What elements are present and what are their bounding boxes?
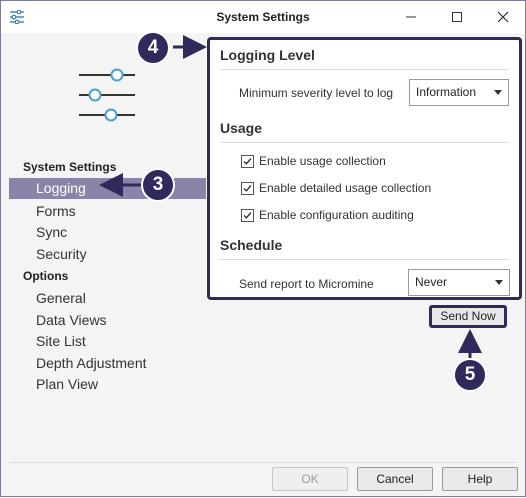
nav-item-depth-adjustment[interactable]: Depth Adjustment bbox=[36, 353, 147, 374]
checkbox-checked-icon[interactable] bbox=[241, 155, 254, 168]
nav-item-site-list[interactable]: Site List bbox=[36, 331, 86, 352]
nav-item-data-views[interactable]: Data Views bbox=[36, 310, 107, 331]
min-severity-select[interactable]: Information bbox=[409, 79, 509, 106]
nav-item-sync[interactable]: Sync bbox=[36, 222, 67, 243]
send-report-select[interactable]: Never bbox=[408, 269, 510, 296]
min-severity-value: Information bbox=[416, 85, 477, 99]
callout-badge-5: 5 bbox=[453, 358, 487, 392]
nav-heading-system-settings: System Settings bbox=[23, 160, 117, 174]
nav-item-security[interactable]: Security bbox=[36, 244, 87, 265]
divider bbox=[9, 462, 517, 463]
nav-item-forms[interactable]: Forms bbox=[36, 201, 76, 222]
divider bbox=[220, 259, 509, 260]
check-label: Enable usage collection bbox=[259, 154, 386, 168]
send-report-label: Send report to Micromine bbox=[239, 277, 374, 291]
section-title-usage: Usage bbox=[220, 120, 263, 136]
ok-button[interactable]: OK bbox=[272, 467, 348, 491]
send-now-button[interactable]: Send Now bbox=[429, 305, 507, 328]
check-label: Enable configuration auditing bbox=[259, 208, 414, 222]
section-title-logging-level: Logging Level bbox=[220, 47, 315, 63]
callout-badge-3: 3 bbox=[141, 168, 175, 202]
cancel-button[interactable]: Cancel bbox=[357, 467, 433, 491]
title-bar: System Settings bbox=[1, 1, 525, 33]
divider bbox=[220, 69, 509, 70]
divider bbox=[220, 142, 509, 143]
settings-panel: Logging Level Minimum severity level to … bbox=[207, 37, 522, 300]
callout-badge-4: 4 bbox=[136, 31, 170, 65]
checkbox-checked-icon[interactable] bbox=[241, 182, 254, 195]
close-icon[interactable] bbox=[493, 7, 513, 27]
chevron-down-icon bbox=[494, 90, 502, 95]
send-report-value: Never bbox=[415, 275, 448, 289]
chevron-down-icon bbox=[495, 280, 503, 285]
nav-item-label: Logging bbox=[36, 180, 86, 196]
help-button[interactable]: Help bbox=[442, 467, 518, 491]
min-severity-label: Minimum severity level to log bbox=[239, 86, 394, 100]
checkbox-checked-icon[interactable] bbox=[241, 209, 254, 222]
maximize-icon[interactable] bbox=[447, 7, 467, 27]
settings-window: System Settings System Settings Logging … bbox=[0, 0, 526, 497]
check-label: Enable detailed usage collection bbox=[259, 181, 432, 195]
section-title-schedule: Schedule bbox=[220, 237, 283, 253]
sliders-icon bbox=[79, 68, 135, 122]
nav-item-plan-view[interactable]: Plan View bbox=[36, 374, 98, 395]
nav-item-logging[interactable]: Logging bbox=[9, 178, 206, 199]
nav-item-general[interactable]: General bbox=[36, 288, 86, 309]
minimize-icon[interactable] bbox=[401, 7, 421, 27]
nav-heading-options: Options bbox=[23, 269, 69, 283]
